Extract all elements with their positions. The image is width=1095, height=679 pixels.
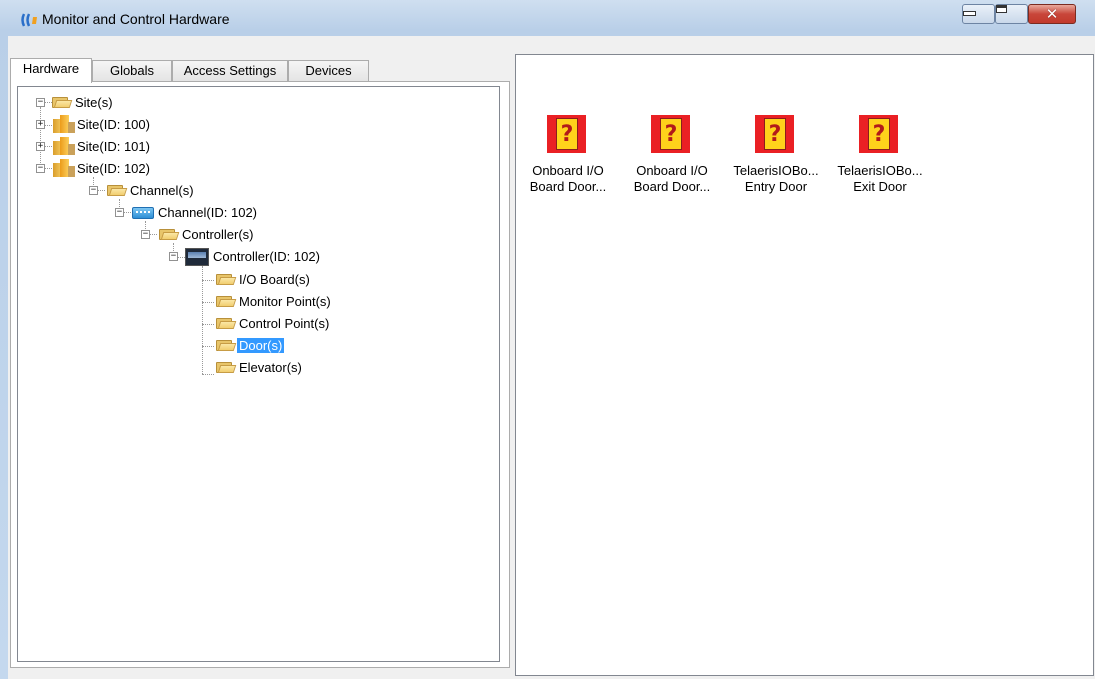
tree-node-label: Monitor Point(s) — [239, 294, 331, 309]
expand-icon[interactable]: + — [36, 142, 45, 151]
door-label-line1: TelaerisIOBo... — [837, 163, 923, 178]
tab-hardware[interactable]: Hardware — [10, 58, 92, 83]
tree-connector — [123, 212, 131, 213]
tree-node-label: Site(ID: 102) — [77, 161, 150, 176]
folder-open-icon — [216, 272, 237, 285]
channel-icon — [132, 207, 154, 219]
tree-node-label: Controller(s) — [182, 227, 254, 242]
site-icon — [53, 137, 75, 155]
door-label-line1: TelaerisIOBo... — [733, 163, 819, 178]
collapse-icon[interactable]: − — [115, 208, 124, 217]
minimize-button[interactable] — [962, 4, 995, 24]
door-label-line2: Board Door... — [633, 179, 711, 194]
tree-connector — [44, 102, 52, 103]
door-label-line2: Exit Door — [853, 179, 907, 194]
folder-open-icon — [216, 338, 237, 351]
tree-node-label: Control Point(s) — [239, 316, 330, 331]
tree-connector — [149, 234, 157, 235]
close-icon: ✕ — [1045, 5, 1059, 23]
unknown-door-icon: ? — [859, 115, 898, 153]
maximize-button[interactable] — [995, 4, 1028, 24]
unknown-door-icon: ? — [651, 115, 690, 153]
door-label-line1: Onboard I/O — [636, 163, 708, 178]
door-list-view[interactable]: ? Onboard I/O Board Door... ? Onboard I/O… — [515, 54, 1094, 676]
maximize-icon — [996, 5, 1007, 13]
minimize-icon — [963, 11, 976, 16]
tab-access-settings[interactable]: Access Settings — [172, 60, 288, 82]
door-label-line2: Entry Door — [744, 179, 808, 194]
door-item-label: Onboard I/O Board Door... — [516, 163, 620, 195]
unknown-door-icon: ? — [755, 115, 794, 153]
folder-open-icon — [107, 183, 128, 196]
controller-icon — [185, 248, 209, 266]
tree-connector — [202, 346, 214, 347]
tree-connector — [202, 302, 214, 303]
tree-connector — [177, 257, 185, 258]
app-icon — [21, 13, 37, 27]
tree-connector — [44, 146, 52, 147]
tree-node-label: Elevator(s) — [239, 360, 302, 375]
site-icon — [53, 159, 75, 177]
collapse-icon[interactable]: − — [169, 252, 178, 261]
tab-devices[interactable]: Devices — [288, 60, 369, 82]
tree-connector — [202, 324, 214, 325]
tree-node-label: Channel(ID: 102) — [158, 205, 257, 220]
tree-node-label: I/O Board(s) — [239, 272, 310, 287]
door-label-line2: Board Door... — [529, 179, 607, 194]
tree-connector — [44, 125, 52, 126]
folder-open-icon — [216, 294, 237, 307]
expand-icon[interactable]: + — [36, 120, 45, 129]
collapse-icon[interactable]: − — [89, 186, 98, 195]
tree-connector — [202, 266, 203, 374]
door-item-label: TelaerisIOBo... Exit Door — [828, 163, 932, 195]
folder-open-icon — [216, 360, 237, 373]
tree-node-label: Site(ID: 101) — [77, 139, 150, 154]
unknown-door-icon: ? — [547, 115, 586, 153]
door-label-line1: Onboard I/O — [532, 163, 604, 178]
folder-open-icon — [159, 227, 180, 240]
close-button[interactable]: ✕ — [1028, 4, 1076, 24]
hardware-tree[interactable]: − Site(s) + Site(ID: 100) + Site(ID: 101… — [17, 86, 500, 662]
tree-node-label: Site(s) — [75, 95, 113, 110]
collapse-icon[interactable]: − — [141, 230, 150, 239]
tree-connector — [44, 168, 52, 169]
folder-open-icon — [216, 316, 237, 329]
window-title: Monitor and Control Hardware — [42, 11, 230, 27]
tree-node-label: Controller(ID: 102) — [213, 249, 320, 264]
tree-node-label-selected: Door(s) — [237, 338, 285, 353]
door-item-label: Onboard I/O Board Door... — [620, 163, 724, 195]
collapse-icon[interactable]: − — [36, 164, 45, 173]
tree-connector — [202, 280, 214, 281]
door-item-label: TelaerisIOBo... Entry Door — [724, 163, 828, 195]
main-window: Monitor and Control Hardware ✕ Hardware … — [0, 0, 1095, 679]
site-icon — [53, 115, 75, 133]
tree-node-label: Channel(s) — [130, 183, 194, 198]
tree-connector — [202, 374, 214, 375]
tab-globals[interactable]: Globals — [92, 60, 172, 82]
tree-node-label: Site(ID: 100) — [77, 117, 150, 132]
title-bar[interactable]: Monitor and Control Hardware ✕ — [0, 0, 1095, 36]
tree-connector — [97, 190, 105, 191]
folder-open-icon — [52, 95, 73, 108]
tree-connector — [40, 107, 41, 167]
collapse-icon[interactable]: − — [36, 98, 45, 107]
